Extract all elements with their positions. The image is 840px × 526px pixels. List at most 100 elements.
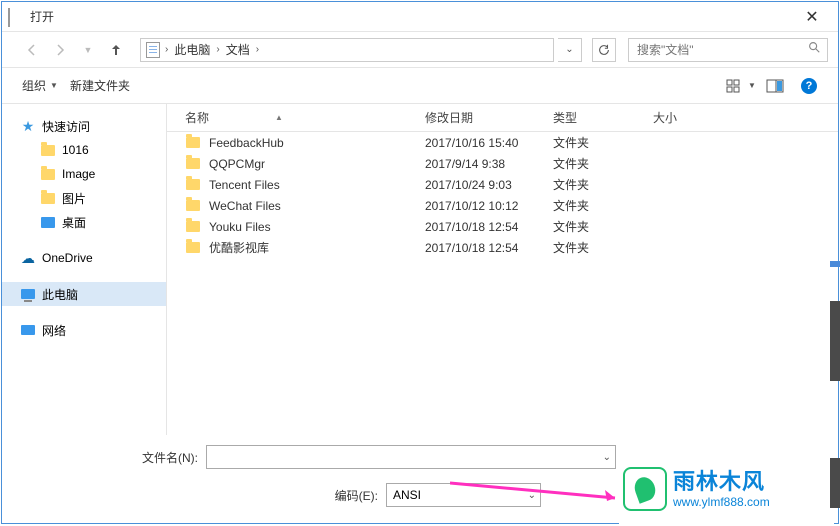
sort-indicator: ▲ [275,113,283,122]
sidebar-item-pictures[interactable]: 图片 [2,186,166,210]
file-row[interactable]: Tencent Files2017/10/24 9:03文件夹 [167,174,838,195]
annotation-arrow [450,485,630,491]
folder-icon [185,219,201,235]
file-row[interactable]: 优酷影视库2017/10/18 12:54文件夹 [167,237,838,258]
file-date: 2017/10/16 15:40 [425,136,553,150]
refresh-button[interactable] [592,38,616,62]
column-header-name[interactable]: 名称 ▲ [167,109,425,126]
main-area: ★ 快速访问 1016 Image 图片 桌面 ☁ OneDr [2,104,838,435]
file-list[interactable]: FeedbackHub2017/10/16 15:40文件夹 QQPCMgr 201… [167,132,838,435]
titlebar: 打开 ✕ [2,2,838,32]
column-label: 类型 [553,111,577,125]
back-button[interactable] [20,38,44,62]
file-type: 文件夹 [553,176,653,193]
file-row[interactable]: Youku Files2017/10/18 12:54文件夹 [167,216,838,237]
cloud-icon: ☁ [20,250,36,266]
address-history-dropdown[interactable]: ⌄ [558,38,582,62]
encoding-value: ANSI [393,488,421,502]
forward-button[interactable] [48,38,72,62]
scrollbar-marker [830,261,840,267]
watermark: 雨林木风 www.ylmf888.com [619,454,834,524]
sidebar-item-label: 此电脑 [42,286,78,303]
search-icon[interactable] [807,40,821,59]
file-type: 文件夹 [553,218,653,235]
open-dialog-window: 打开 ✕ ▼ › 此电脑 › 文档 › ⌄ [1,1,839,524]
app-icon [8,9,24,25]
file-date: 2017/10/18 12:54 [425,241,553,255]
file-area: 名称 ▲ 修改日期 类型 大小 FeedbackHub2017/10/16 15… [167,104,838,435]
scrollbar-thumb[interactable] [830,301,840,381]
file-type: 文件夹 [553,155,653,172]
sidebar-item-quick-access[interactable]: ★ 快速访问 [2,114,166,138]
watermark-text: 雨林木风 [673,469,770,495]
column-headers: 名称 ▲ 修改日期 类型 大小 [167,104,838,132]
help-button[interactable]: ? [794,74,824,98]
column-header-size[interactable]: 大小 [653,109,838,126]
file-name: Youku Files [209,220,271,234]
folder-icon [185,240,201,256]
encoding-label: 编码(E): [18,487,378,504]
filename-combo[interactable]: ⌄ [206,445,616,469]
file-type: 文件夹 [553,239,653,256]
sidebar-item-label: 快速访问 [42,118,90,135]
folder-icon [185,198,201,214]
scrollbar-thumb[interactable] [830,458,840,508]
organize-button[interactable]: 组织 ▼ [16,73,64,98]
organize-label: 组织 [22,77,46,94]
file-row[interactable]: WeChat Files2017/10/12 10:12文件夹 [167,195,838,216]
file-type: 文件夹 [553,197,653,214]
chevron-down-icon[interactable]: ⌄ [603,452,611,463]
recent-dropdown[interactable]: ▼ [76,38,100,62]
sidebar-item-image[interactable]: Image [2,162,166,186]
address-bar[interactable]: › 此电脑 › 文档 › [140,38,554,62]
path-folder-icon [145,42,161,58]
close-button[interactable]: ✕ [792,7,832,27]
sidebar-item-label: 1016 [62,143,89,157]
window-title: 打开 [30,8,792,25]
chevron-right-icon[interactable]: › [212,44,223,55]
column-header-date[interactable]: 修改日期 [425,109,553,126]
sidebar-item-label: 网络 [42,322,66,339]
chevron-down-icon: ▼ [748,81,756,90]
sidebar-item-label: 图片 [62,190,86,207]
sidebar-item-desktop[interactable]: 桌面 [2,210,166,234]
up-button[interactable] [104,38,128,62]
folder-icon [185,156,201,172]
network-icon [20,322,36,338]
nav-bar: ▼ › 此电脑 › 文档 › ⌄ [2,32,838,68]
sidebar-item-1016[interactable]: 1016 [2,138,166,162]
chevron-down-icon: ▼ [50,81,58,90]
preview-pane-button[interactable] [760,74,790,98]
sidebar-item-network[interactable]: 网络 [2,318,166,342]
column-label: 修改日期 [425,111,473,125]
desktop-icon [40,214,56,230]
pc-icon [20,286,36,302]
folder-icon [40,190,56,206]
watermark-logo-icon [623,467,667,511]
sidebar-item-label: OneDrive [42,251,93,265]
sidebar-item-onedrive[interactable]: ☁ OneDrive [2,246,166,270]
watermark-url: www.ylmf888.com [673,495,770,509]
file-date: 2017/9/14 9:38 [425,157,553,171]
file-row[interactable]: FeedbackHub2017/10/16 15:40文件夹 [167,132,838,153]
view-options-button[interactable]: ▼ [726,74,756,98]
column-label: 大小 [653,111,677,125]
sidebar-item-thispc[interactable]: 此电脑 [2,282,166,306]
new-folder-button[interactable]: 新建文件夹 [64,73,136,98]
new-folder-label: 新建文件夹 [70,77,130,94]
file-row[interactable]: QQPCMgr 2017/9/14 9:38文件夹 [167,153,838,174]
folder-icon [40,142,56,158]
chevron-right-icon[interactable]: › [252,44,263,55]
help-icon: ? [801,78,817,94]
chevron-right-icon[interactable]: › [161,44,172,55]
search-input[interactable] [635,42,821,58]
file-type: 文件夹 [553,134,653,151]
folder-icon [185,135,201,151]
file-date: 2017/10/12 10:12 [425,199,553,213]
column-header-type[interactable]: 类型 [553,109,653,126]
file-name: QQPCMgr [209,157,265,171]
path-segment-thispc[interactable]: 此电脑 [172,41,212,58]
path-segment-documents[interactable]: 文档 [224,41,252,58]
file-date: 2017/10/24 9:03 [425,178,553,192]
search-box[interactable] [628,38,828,62]
